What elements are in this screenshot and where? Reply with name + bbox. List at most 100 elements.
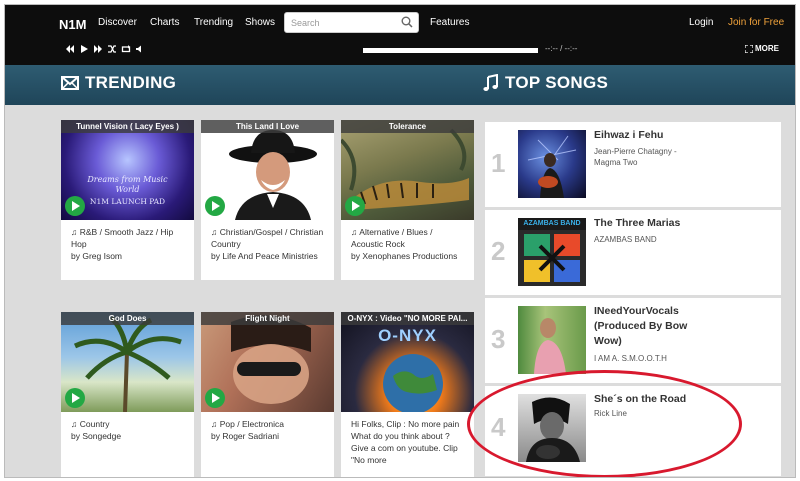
envelope-icon bbox=[61, 76, 79, 90]
song-artist[interactable]: I AM A. S.M.O.O.T.H bbox=[594, 353, 704, 364]
cover-image[interactable]: God Does bbox=[61, 312, 194, 412]
play-icon bbox=[212, 393, 220, 403]
more-button[interactable]: MORE bbox=[745, 44, 779, 53]
artist-photo bbox=[534, 318, 566, 374]
cover-text: O-NYX bbox=[378, 326, 437, 345]
play-icon bbox=[72, 201, 80, 211]
nav-shows[interactable]: Shows bbox=[245, 17, 275, 28]
genre-text: R&B / Smooth Jazz / Hip Hop bbox=[71, 227, 174, 249]
nav-features[interactable]: Features bbox=[430, 17, 469, 28]
rank-number: 3 bbox=[491, 324, 506, 354]
song-title[interactable]: She´s on the Road bbox=[594, 392, 714, 407]
card-genre[interactable]: ♫ Alternative / Blues / Acoustic Rock bbox=[351, 226, 464, 250]
card-description: Hi Folks, Clip : No more pain What do yo… bbox=[351, 419, 460, 465]
card-title: Flight Night bbox=[201, 312, 334, 325]
play-button[interactable] bbox=[205, 196, 225, 216]
song-title[interactable]: The Three Marias bbox=[594, 216, 714, 231]
song-thumbnail[interactable] bbox=[518, 306, 586, 374]
play-icon bbox=[212, 201, 220, 211]
genre-text: Pop / Electronica bbox=[219, 419, 285, 429]
trending-card[interactable]: God Does ♫ Country by Songedge bbox=[61, 312, 194, 477]
section-header-bar: TRENDING TOP SONGS bbox=[5, 65, 795, 105]
song-artist[interactable]: Rick Line bbox=[594, 408, 704, 419]
cover-image[interactable]: This Land I Love bbox=[201, 120, 334, 220]
trending-card[interactable]: Flight Night ♫ Pop / Electronica by Roge… bbox=[201, 312, 334, 477]
genre-text: Country bbox=[79, 419, 110, 429]
card-body: Hi Folks, Clip : No more pain What do yo… bbox=[341, 412, 474, 472]
time-display: --:-- / --:-- bbox=[545, 44, 578, 53]
join-link[interactable]: Join for Free bbox=[728, 17, 784, 28]
play-button[interactable] bbox=[65, 196, 85, 216]
song-artist[interactable]: Jean-Pierre Chatagny - Magma Two bbox=[594, 146, 704, 168]
card-body: ♫ Christian/Gospel / Christian Country b… bbox=[201, 220, 334, 268]
song-row[interactable]: 3 INeedYourVocals (Produced By Bow Wow) … bbox=[485, 298, 781, 383]
next-icon[interactable] bbox=[93, 44, 103, 54]
volume-icon[interactable] bbox=[135, 44, 145, 54]
card-artist[interactable]: by Songedge bbox=[71, 430, 184, 442]
cover-image[interactable]: O-NYX O-NYX : Video "NO MORE PAI... bbox=[341, 312, 474, 412]
card-genre[interactable]: ♫ Country bbox=[71, 418, 184, 430]
app-window: N1M Discover Charts Trending Shows Featu… bbox=[4, 4, 796, 478]
card-artist[interactable]: by Roger Sadriani bbox=[211, 430, 324, 442]
nav-trending[interactable]: Trending bbox=[194, 17, 233, 28]
card-title: O-NYX : Video "NO MORE PAI... bbox=[341, 312, 474, 325]
logo[interactable]: N1M bbox=[59, 17, 86, 32]
search-icon[interactable] bbox=[400, 15, 414, 29]
progress-bar[interactable] bbox=[363, 48, 538, 53]
card-body: ♫ Pop / Electronica by Roger Sadriani bbox=[201, 412, 334, 448]
card-body: ♫ Alternative / Blues / Acoustic Rock by… bbox=[341, 220, 474, 268]
genre-text: Christian/Gospel / Christian Country bbox=[211, 227, 324, 249]
rank-number: 2 bbox=[491, 236, 506, 266]
play-button[interactable] bbox=[65, 388, 85, 408]
album-art bbox=[524, 234, 580, 282]
play-button[interactable] bbox=[345, 196, 365, 216]
search-input[interactable] bbox=[291, 16, 395, 30]
repeat-icon[interactable] bbox=[121, 44, 131, 54]
cover-text-line: Dreams from Music bbox=[87, 175, 168, 184]
card-artist[interactable]: by Greg Isom bbox=[71, 250, 184, 262]
cover-image[interactable]: Dreams from Music World N1M LAUNCH PAD T… bbox=[61, 120, 194, 220]
play-icon bbox=[72, 393, 80, 403]
card-body: ♫ Country by Songedge bbox=[61, 412, 194, 448]
nav-discover[interactable]: Discover bbox=[98, 17, 137, 28]
trending-card[interactable]: Dreams from Music World N1M LAUNCH PAD T… bbox=[61, 120, 194, 280]
card-genre[interactable]: ♫ Christian/Gospel / Christian Country bbox=[211, 226, 324, 250]
player-controls bbox=[65, 42, 145, 56]
song-row[interactable]: 4 She´s on the Road Rick Line bbox=[485, 386, 781, 476]
song-thumbnail[interactable] bbox=[518, 130, 586, 198]
genre-text: Alternative / Blues / Acoustic Rock bbox=[351, 227, 433, 249]
expand-icon bbox=[745, 44, 753, 53]
play-icon[interactable] bbox=[79, 44, 89, 54]
song-thumbnail[interactable] bbox=[518, 394, 586, 462]
more-label: MORE bbox=[755, 44, 779, 53]
login-link[interactable]: Login bbox=[689, 17, 713, 28]
play-icon bbox=[352, 201, 360, 211]
trending-card[interactable]: This Land I Love ♫ Christian/Gospel / Ch… bbox=[201, 120, 334, 280]
trending-card[interactable]: O-NYX O-NYX : Video "NO MORE PAI... Hi F… bbox=[341, 312, 474, 477]
card-artist[interactable]: by Life And Peace Ministries bbox=[211, 250, 324, 262]
play-button[interactable] bbox=[205, 388, 225, 408]
card-title: This Land I Love bbox=[201, 120, 334, 133]
card-genre[interactable]: ♫ Pop / Electronica bbox=[211, 418, 324, 430]
card-artist[interactable]: by Xenophanes Productions bbox=[351, 250, 464, 262]
top-songs-heading: TOP SONGS bbox=[483, 73, 608, 93]
song-row[interactable]: 1 Eihwaz i Fehu Jean-Pierre Chatagny - M… bbox=[485, 122, 781, 207]
card-title: God Does bbox=[61, 312, 194, 325]
cover-image[interactable]: Flight Night bbox=[201, 312, 334, 412]
top-songs-title: TOP SONGS bbox=[505, 73, 609, 92]
song-row[interactable]: 2 AZAMBAS BAND The Three Marias AZAMBAS … bbox=[485, 210, 781, 295]
song-artist[interactable]: AZAMBAS BAND bbox=[594, 234, 704, 245]
cover-text: AZAMBAS BAND bbox=[518, 218, 586, 230]
trending-card[interactable]: Tolerance ♫ Alternative / Blues / Acoust… bbox=[341, 120, 474, 280]
previous-icon[interactable] bbox=[65, 44, 75, 54]
card-body: ♫ R&B / Smooth Jazz / Hip Hop by Greg Is… bbox=[61, 220, 194, 268]
song-title[interactable]: Eihwaz i Fehu bbox=[594, 128, 714, 143]
guitarist-photo bbox=[527, 135, 577, 198]
shuffle-icon[interactable] bbox=[107, 44, 117, 54]
song-thumbnail[interactable]: AZAMBAS BAND bbox=[518, 218, 586, 286]
nav-charts[interactable]: Charts bbox=[150, 17, 179, 28]
cover-image[interactable]: Tolerance bbox=[341, 120, 474, 220]
song-title[interactable]: INeedYourVocals (Produced By Bow Wow) bbox=[594, 304, 714, 349]
card-genre[interactable]: ♫ R&B / Smooth Jazz / Hip Hop bbox=[71, 226, 184, 250]
search-box bbox=[284, 12, 419, 33]
